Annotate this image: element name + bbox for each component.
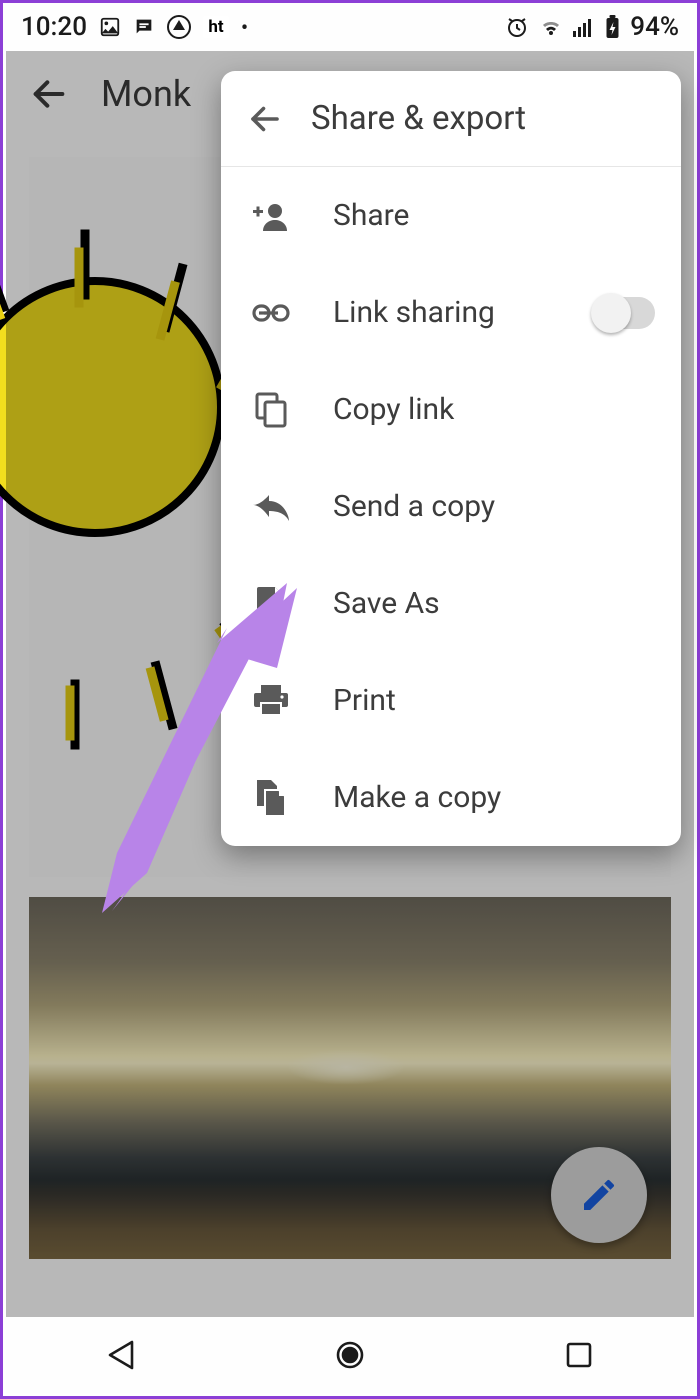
menu-item-print[interactable]: Print [221, 652, 681, 749]
menu-label: Send a copy [333, 489, 655, 524]
menu-label: Save As [333, 586, 655, 621]
menu-item-send-copy[interactable]: Send a copy [221, 458, 681, 555]
link-sharing-toggle[interactable] [593, 297, 655, 329]
battery-icon [605, 15, 620, 39]
menu-item-make-copy[interactable]: Make a copy [221, 749, 681, 846]
nav-home-button[interactable] [330, 1335, 370, 1375]
signal-icon [573, 17, 595, 37]
menu-label: Make a copy [333, 780, 655, 815]
edit-fab[interactable] [551, 1147, 647, 1243]
share-export-sheet: Share & export Share Link sharing Copy l… [221, 71, 681, 846]
navigation-bar [6, 1317, 694, 1393]
menu-label: Copy link [333, 392, 655, 427]
file-icon [249, 587, 293, 621]
filecopy-icon [249, 780, 293, 816]
menu-item-share[interactable]: Share [221, 167, 681, 264]
back-icon[interactable] [29, 74, 69, 114]
menu-label: Print [333, 683, 655, 718]
print-icon [249, 685, 293, 717]
sheet-header: Share & export [221, 71, 681, 167]
menu-item-save-as[interactable]: Save As [221, 555, 681, 652]
battery-percent: 94% [630, 12, 679, 42]
photo-sunset [29, 897, 671, 1259]
person-add-icon [249, 201, 293, 231]
more-notifications-icon: • [241, 15, 248, 39]
adaway-icon [167, 15, 191, 39]
status-bar: 10:20 ht • 94% [3, 3, 697, 51]
wifi-icon [539, 17, 563, 37]
messages-icon [133, 16, 155, 38]
ht-icon: ht [203, 16, 229, 38]
image-icon [99, 16, 121, 38]
alarm-icon [505, 15, 529, 39]
menu-label: Share [333, 198, 655, 233]
nav-recent-button[interactable] [559, 1335, 599, 1375]
menu-item-link-sharing[interactable]: Link sharing [221, 264, 681, 361]
pencil-icon [579, 1175, 619, 1215]
copy-icon [249, 392, 293, 428]
sheet-back-icon[interactable] [247, 101, 283, 137]
menu-item-copy-link[interactable]: Copy link [221, 361, 681, 458]
nav-back-button[interactable] [101, 1335, 141, 1375]
link-icon [249, 303, 293, 323]
menu-label: Link sharing [333, 295, 553, 330]
send-icon [249, 493, 293, 521]
sheet-title: Share & export [311, 99, 526, 138]
status-time: 10:20 [21, 12, 87, 42]
document-title[interactable]: Monk [101, 73, 191, 115]
